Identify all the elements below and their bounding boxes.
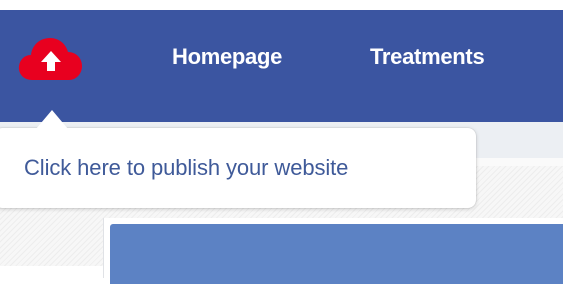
preview-header <box>110 224 563 284</box>
publish-button[interactable] <box>18 33 86 85</box>
cloud-upload-icon <box>18 38 82 80</box>
tooltip-text: Click here to publish your website <box>24 155 349 180</box>
nav-item-homepage[interactable]: Homepage <box>172 44 282 70</box>
nav-item-treatments[interactable]: Treatments <box>370 44 485 70</box>
top-margin <box>0 0 563 10</box>
tooltip-arrow <box>36 110 68 129</box>
